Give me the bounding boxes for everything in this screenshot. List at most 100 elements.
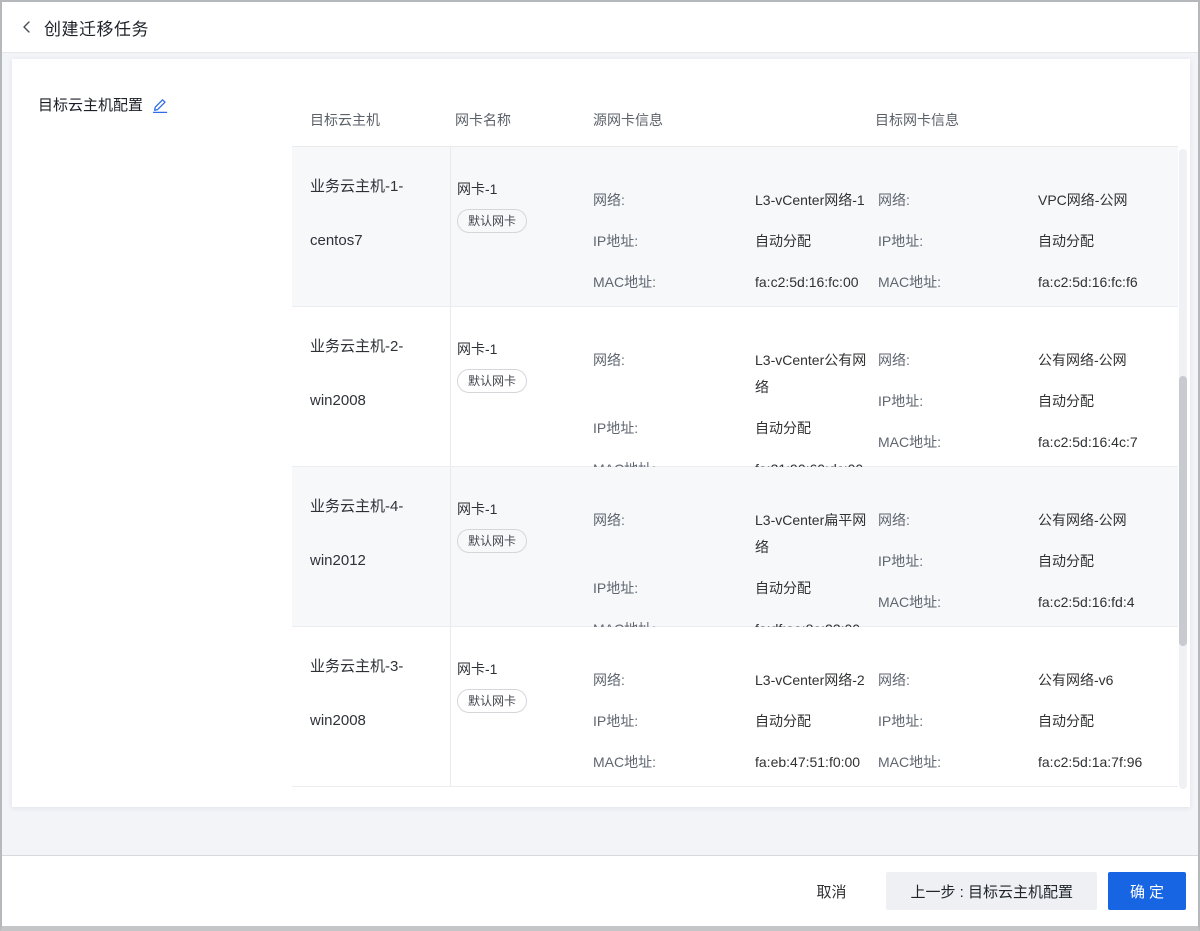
nic-name: 网卡-1 [457,179,569,199]
mac-label: MAC地址: [878,269,1038,296]
column-divider [450,467,451,626]
column-header-nic-name: 网卡名称 [455,110,511,130]
cell-target-host: 业务云主机-1- centos7 [310,175,442,253]
default-nic-badge: 默认网卡 [457,689,527,713]
table-row: 业务云主机-4- win2012 网卡-1 默认网卡 网络: L3-vCente… [292,467,1178,627]
mac-label: MAC地址: [878,749,1038,776]
network-label: 网络: [878,507,1038,534]
mac-label: MAC地址: [878,429,1038,456]
target-mac-value: fa:c2:5d:1a:7f:96 [1038,749,1172,776]
network-label: 网络: [878,187,1038,214]
ip-label: IP地址: [593,708,755,735]
source-ip-row: IP地址: 自动分配 [593,415,873,442]
target-network-value: 公有网络-公网 [1038,507,1172,534]
target-host-name: 业务云主机-4- [310,495,442,519]
ip-label: IP地址: [878,388,1038,415]
network-label: 网络: [593,187,755,214]
target-host-name-line2: centos7 [310,229,442,253]
cell-nic-name: 网卡-1 默认网卡 [457,179,569,233]
mac-label: MAC地址: [593,269,755,296]
ip-label: IP地址: [878,708,1038,735]
column-header-target-nic: 目标网卡信息 [875,110,959,130]
mac-label: MAC地址: [878,589,1038,616]
target-network-row: 网络: VPC网络-公网 [878,187,1178,214]
network-label: 网络: [878,667,1038,694]
target-ip-row: IP地址: 自动分配 [878,548,1178,575]
section-label: 目标云主机配置 [38,94,169,115]
source-mac-row: MAC地址: fa:eb:47:51:f0:00 [593,749,873,776]
target-ip-value: 自动分配 [1038,708,1172,735]
cell-target-host: 业务云主机-3- win2008 [310,655,442,733]
table-body: 业务云主机-1- centos7 网卡-1 默认网卡 网络: L3-vCente… [292,147,1178,787]
target-mac-row: MAC地址: fa:c2:5d:1a:7f:96 [878,749,1178,776]
cell-target-host: 业务云主机-4- win2012 [310,495,442,573]
cell-target-nic-info: 网络: 公有网络-公网 IP地址: 自动分配 MAC地址: fa:c2:5d:1… [878,507,1178,630]
previous-step-button[interactable]: 上一步 : 目标云主机配置 [886,872,1097,910]
confirm-button[interactable]: 确定 [1108,872,1186,910]
cell-nic-name: 网卡-1 默认网卡 [457,499,569,553]
source-mac-value: fa:eb:47:51:f0:00 [755,749,869,776]
target-host-name-line2: win2008 [310,709,442,733]
target-host-name: 业务云主机-3- [310,655,442,679]
edit-icon[interactable] [151,96,169,114]
target-host-name: 业务云主机-1- [310,175,442,199]
cell-source-nic-info: 网络: L3-vCenter网络-2 IP地址: 自动分配 MAC地址: fa:… [593,667,873,789]
cell-target-nic-info: 网络: VPC网络-公网 IP地址: 自动分配 MAC地址: fa:c2:5d:… [878,187,1178,310]
footer-bar: 取消 上一步 : 目标云主机配置 确定 [2,855,1198,926]
column-header-source-nic: 源网卡信息 [593,110,663,130]
cell-target-nic-info: 网络: 公有网络-公网 IP地址: 自动分配 MAC地址: fa:c2:5d:1… [878,347,1178,470]
table-row: 业务云主机-1- centos7 网卡-1 默认网卡 网络: L3-vCente… [292,147,1178,307]
source-ip-row: IP地址: 自动分配 [593,708,873,735]
page-header: 创建迁移任务 [2,2,1198,53]
mac-label: MAC地址: [593,749,755,776]
column-divider [450,147,451,306]
cell-nic-name: 网卡-1 默认网卡 [457,339,569,393]
cell-target-host: 业务云主机-2- win2008 [310,335,442,413]
target-network-value: 公有网络-公网 [1038,347,1172,374]
back-button[interactable] [16,16,38,38]
target-ip-row: IP地址: 自动分配 [878,388,1178,415]
ip-label: IP地址: [878,548,1038,575]
source-network-row: 网络: L3-vCenter扁平网络 [593,507,873,561]
source-ip-row: IP地址: 自动分配 [593,575,873,602]
page-title: 创建迁移任务 [44,15,149,40]
nic-name: 网卡-1 [457,499,569,519]
default-nic-badge: 默认网卡 [457,529,527,553]
source-network-row: 网络: L3-vCenter网络-1 [593,187,873,214]
source-ip-value: 自动分配 [755,228,869,255]
column-divider [450,307,451,466]
target-mac-value: fa:c2:5d:16:fc:f6 [1038,269,1172,296]
target-ip-value: 自动分配 [1038,228,1172,255]
content-area: 目标云主机配置 目标云主机 网卡名称 源网卡信息 目标网卡信息 业务云主机-1-… [2,54,1198,855]
source-network-row: 网络: L3-vCenter公有网络 [593,347,873,401]
cancel-button[interactable]: 取消 [798,872,864,910]
target-ip-row: IP地址: 自动分配 [878,228,1178,255]
target-mac-row: MAC地址: fa:c2:5d:16:fc:f6 [878,269,1178,296]
nic-config-table: 目标云主机 网卡名称 源网卡信息 目标网卡信息 业务云主机-1- centos7… [292,59,1178,789]
network-label: 网络: [593,507,755,561]
create-migration-task-window: 创建迁移任务 目标云主机配置 目标云主机 网卡名称 源网卡信息 目标网卡信息 [0,0,1200,931]
target-mac-value: fa:c2:5d:16:4c:7 [1038,429,1172,456]
source-ip-value: 自动分配 [755,415,869,442]
cell-nic-name: 网卡-1 默认网卡 [457,659,569,713]
source-network-value: L3-vCenter公有网络 [755,347,869,401]
source-mac-value: fa:c2:5d:16:fc:00 [755,269,869,296]
source-network-value: L3-vCenter网络-2 [755,667,869,694]
source-ip-value: 自动分配 [755,708,869,735]
section-title: 目标云主机配置 [38,94,143,115]
network-label: 网络: [593,347,755,401]
ip-label: IP地址: [593,415,755,442]
ip-label: IP地址: [878,228,1038,255]
target-network-value: 公有网络-v6 [1038,667,1172,694]
target-network-row: 网络: 公有网络-v6 [878,667,1178,694]
scrollbar-thumb[interactable] [1179,376,1187,646]
table-row: 业务云主机-2- win2008 网卡-1 默认网卡 网络: L3-vCente… [292,307,1178,467]
chevron-left-icon [19,19,35,35]
target-ip-value: 自动分配 [1038,548,1172,575]
target-host-name-line2: win2008 [310,389,442,413]
table-row: 业务云主机-3- win2008 网卡-1 默认网卡 网络: L3-vCente… [292,627,1178,787]
target-mac-row: MAC地址: fa:c2:5d:16:4c:7 [878,429,1178,456]
source-network-value: L3-vCenter扁平网络 [755,507,869,561]
target-ip-value: 自动分配 [1038,388,1172,415]
default-nic-badge: 默认网卡 [457,369,527,393]
